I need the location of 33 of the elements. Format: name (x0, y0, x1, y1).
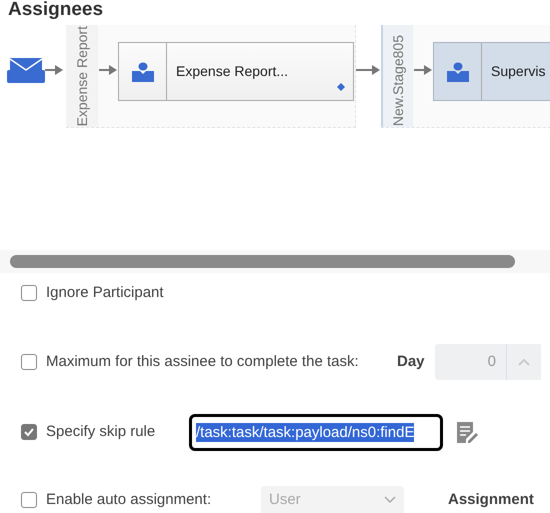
input-field[interactable]: /task:task/task:payload/ns0:findE (189, 414, 443, 450)
check-icon (23, 426, 35, 438)
swimlane[interactable]: Expense Report Expense Report... (66, 25, 356, 128)
arrow-icon (99, 65, 117, 75)
envelope-icon (7, 58, 45, 83)
option-label: Ignore Participant (46, 284, 164, 301)
task-label: Supervis (491, 62, 546, 81)
caret-up-icon (518, 358, 530, 366)
task-node[interactable]: Supervis (433, 42, 550, 101)
arrow-icon (356, 65, 380, 75)
unit-label: Day (397, 352, 426, 372)
lane-header[interactable]: Expense Report (66, 25, 98, 127)
edit-icon[interactable] (457, 422, 479, 442)
swimlane[interactable]: New.Stage805 Supervis (381, 25, 550, 128)
option-label: Enable auto assignment: (46, 491, 212, 508)
task-label: Expense Report... (176, 62, 288, 81)
arrow-icon (45, 65, 63, 75)
diamond-icon (337, 83, 345, 91)
lane-header[interactable]: New.Stage805 (381, 25, 413, 127)
arrow-icon (414, 65, 432, 75)
checkbox[interactable] (21, 285, 37, 301)
checkbox[interactable] (21, 424, 37, 440)
scrollbar-thumb[interactable] (10, 255, 515, 268)
checkbox[interactable] (21, 354, 37, 370)
option-label: Specify skip rule (46, 423, 156, 440)
checkbox[interactable] (21, 492, 37, 508)
field-label: Assignment (448, 490, 534, 510)
user-icon (446, 62, 468, 82)
option-label: Maximum for this assinee to complete the task: (46, 353, 359, 370)
task-node[interactable]: Expense Report... (118, 42, 354, 101)
user-icon (132, 62, 154, 82)
chevron-down-icon (384, 496, 396, 504)
section-title: Assignees (8, 0, 104, 22)
